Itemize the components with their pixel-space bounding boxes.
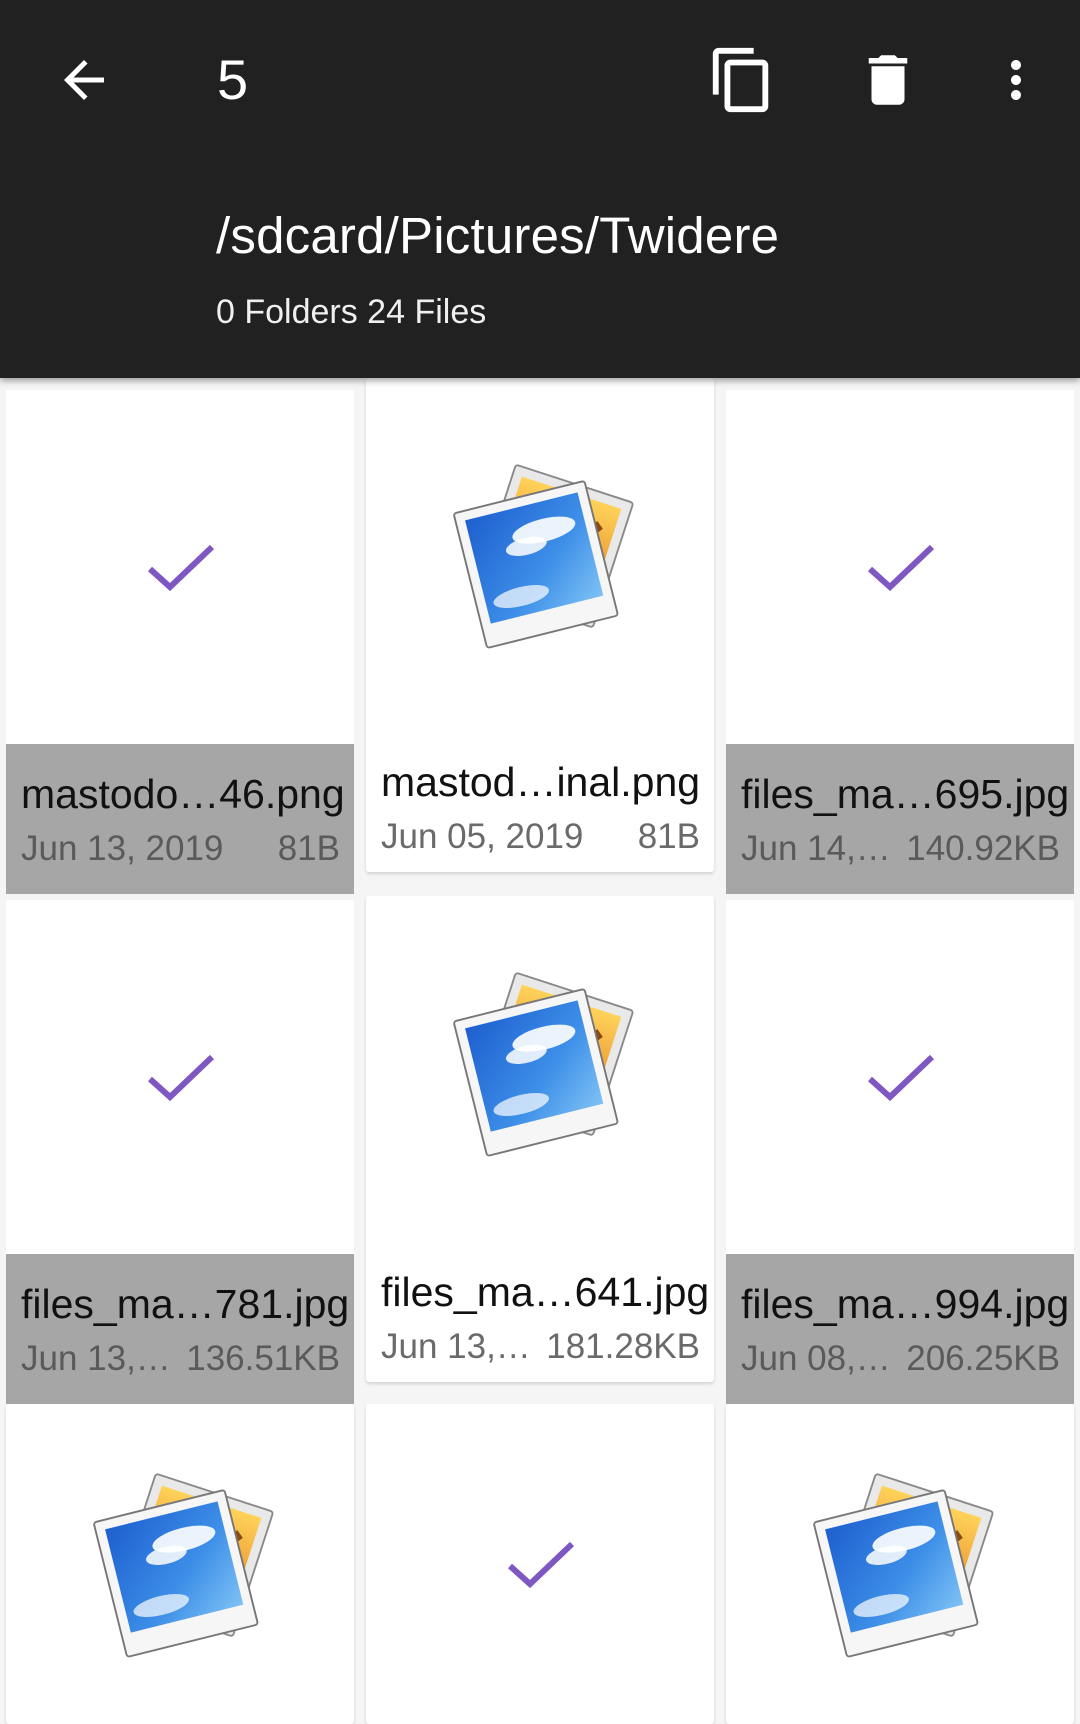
image-file-icon xyxy=(452,463,635,650)
check-icon xyxy=(867,1054,935,1102)
file-name: files_ma…695.jpg xyxy=(741,771,1070,817)
file-thumbnail xyxy=(6,390,354,744)
file-size: 206.25KB xyxy=(906,1339,1060,1378)
folder-path: /sdcard/Pictures/Twidere xyxy=(216,207,780,264)
arrow-back-icon xyxy=(64,60,104,100)
file-thumbnail xyxy=(6,900,354,1254)
file-info: files_ma…641.jpg Jun 13,… 181.28KB xyxy=(366,1230,714,1382)
file-name: mastodo…46.png xyxy=(21,771,345,817)
file-thumbnail xyxy=(726,900,1074,1254)
more-vert-icon xyxy=(1011,60,1021,100)
file-thumbnail xyxy=(366,896,714,1230)
app-bar: 5 /sdcard/Pictures/Twidere 0 Folders 24 … xyxy=(0,0,1080,378)
more-options-button[interactable] xyxy=(980,44,1052,116)
file-name: files_ma…641.jpg xyxy=(381,1269,710,1315)
file-date: Jun 13,… xyxy=(381,1327,531,1366)
file-card[interactable] xyxy=(726,1404,1074,1724)
file-date: Jun 05, 2019 xyxy=(381,817,584,856)
file-card[interactable]: files_ma…994.jpg Jun 08,… 206.25KB xyxy=(726,900,1074,1404)
delete-button[interactable] xyxy=(852,44,924,116)
file-card[interactable] xyxy=(6,1404,354,1724)
file-info: mastod…inal.png Jun 05, 2019 81B xyxy=(366,720,714,872)
copy-icon xyxy=(712,47,769,113)
file-grid: mastodo…46.png Jun 13, 2019 81B mastod…i… xyxy=(0,378,1080,1724)
file-card[interactable]: mastod…inal.png Jun 05, 2019 81B xyxy=(366,378,714,872)
file-date: Jun 08,… xyxy=(741,1339,891,1378)
check-icon xyxy=(147,544,215,592)
trash-icon xyxy=(868,55,908,105)
file-size: 140.92KB xyxy=(906,829,1060,868)
file-thumbnail xyxy=(366,378,714,732)
image-file-icon xyxy=(812,1472,995,1659)
file-info: files_ma…695.jpg Jun 14,… 140.92KB xyxy=(726,744,1074,894)
check-icon xyxy=(867,544,935,592)
check-icon xyxy=(507,1541,575,1589)
file-card[interactable]: mastodo…46.png Jun 13, 2019 81B xyxy=(6,390,354,894)
file-thumbnail xyxy=(726,390,1074,744)
folder-file-counts: 0 Folders 24 Files xyxy=(216,293,487,331)
file-size: 81B xyxy=(277,829,340,868)
copy-button[interactable] xyxy=(706,42,778,118)
file-thumbnail xyxy=(726,1404,1074,1724)
file-card[interactable]: files_ma…641.jpg Jun 13,… 181.28KB xyxy=(366,896,714,1382)
file-name: files_ma…781.jpg xyxy=(21,1281,350,1327)
check-icon xyxy=(147,1054,215,1102)
file-name: mastod…inal.png xyxy=(381,759,701,805)
file-size: 181.28KB xyxy=(546,1327,700,1366)
file-info: files_ma…781.jpg Jun 13,… 136.51KB xyxy=(6,1254,354,1404)
file-card[interactable] xyxy=(366,1404,714,1724)
file-thumbnail xyxy=(6,1404,354,1724)
file-date: Jun 14,… xyxy=(741,829,891,868)
file-date: Jun 13,… xyxy=(21,1339,171,1378)
file-date: Jun 13, 2019 xyxy=(21,829,224,868)
image-file-icon xyxy=(92,1472,275,1659)
file-thumbnail xyxy=(366,1404,714,1724)
back-button[interactable] xyxy=(48,44,120,116)
file-name: files_ma…994.jpg xyxy=(741,1281,1070,1327)
file-card[interactable]: files_ma…695.jpg Jun 14,… 140.92KB xyxy=(726,390,1074,894)
selection-count: 5 xyxy=(217,48,249,111)
file-info: files_ma…994.jpg Jun 08,… 206.25KB xyxy=(726,1254,1074,1404)
image-file-icon xyxy=(452,971,635,1158)
file-info: mastodo…46.png Jun 13, 2019 81B xyxy=(6,744,354,894)
file-size: 136.51KB xyxy=(186,1339,340,1378)
file-card[interactable]: files_ma…781.jpg Jun 13,… 136.51KB xyxy=(6,900,354,1404)
file-size: 81B xyxy=(637,817,700,856)
